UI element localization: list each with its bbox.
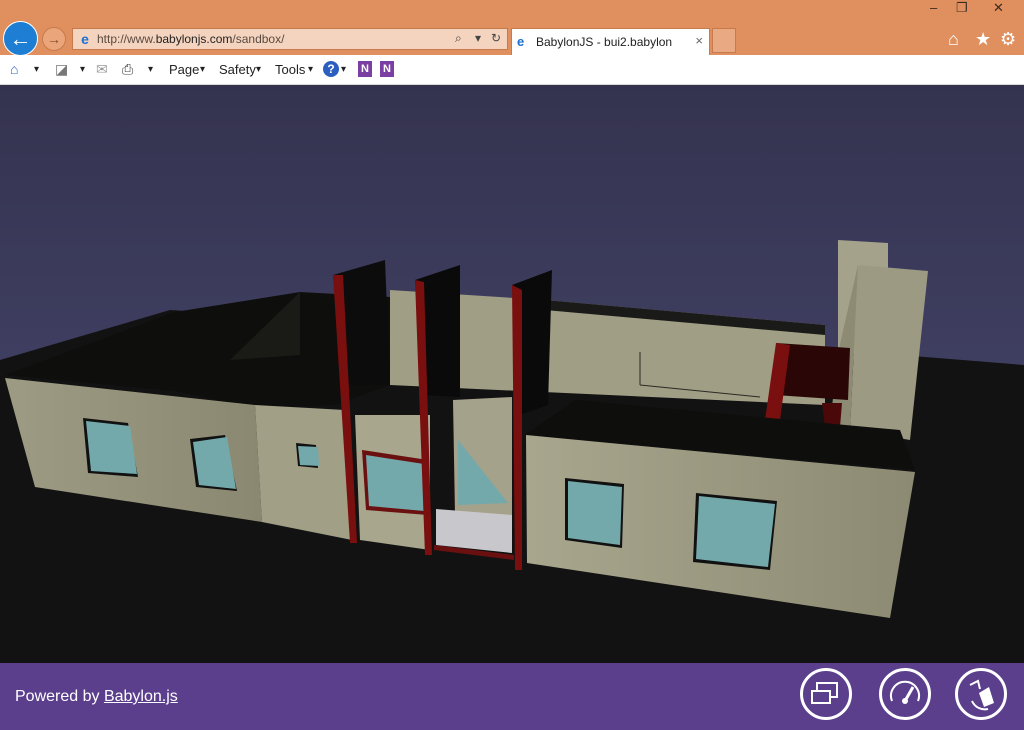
address-dropdown-icon[interactable]: ▾ [475,31,481,45]
window-left-3 [298,446,319,466]
print-icon[interactable]: ⎙ [122,61,133,78]
safety-menu[interactable]: Safety [219,62,256,77]
url-text[interactable]: http://www.babylonjs.com/sandbox/ [97,32,284,46]
feeds-icon[interactable]: ◪ [55,61,68,78]
home-dropdown-icon[interactable]: ▾ [34,64,39,75]
window-right-2 [696,496,775,567]
settings-gear-icon[interactable]: ⚙ [1000,29,1016,50]
window-center-left [366,455,424,511]
babylon-footer: Powered by Babylon.js [0,663,1024,730]
page-menu[interactable]: Page [169,62,199,77]
babylon-render-canvas[interactable] [0,85,1024,663]
onenote-linked-icon[interactable]: N [380,61,394,77]
minimize-icon[interactable]: – [930,0,937,15]
back-button[interactable]: ← [3,21,38,56]
search-icon[interactable]: ⌕ [455,31,462,46]
close-window-icon[interactable]: ✕ [993,0,1004,16]
camera-reset-icon [969,679,994,711]
tab-title: BabylonJS - bui2.babylon [536,35,673,49]
onenote-icon[interactable]: N [358,61,372,77]
new-tab-button[interactable] [712,28,736,53]
address-bar[interactable]: e http://www.babylonjs.com/sandbox/ ⌕ ▾ … [72,28,508,50]
tools-caret-icon: ▾ [308,64,314,75]
home-cmd-icon[interactable]: ⌂ [10,61,18,77]
forward-arrow-icon: → [47,31,61,47]
tools-menu[interactable]: Tools [275,62,305,77]
babylon-link[interactable]: Babylon.js [104,688,178,705]
window-right-1 [568,481,622,545]
fullscreen-button[interactable] [800,668,852,720]
scene-render [0,85,1024,663]
gauge-icon [890,680,920,704]
page-caret-icon: ▾ [200,64,206,75]
mail-icon[interactable]: ✉ [96,61,108,78]
help-caret-icon: ▾ [341,64,347,75]
home-icon[interactable]: ⌂ [948,29,959,50]
ie-logo-icon: e [81,31,89,47]
tab-close-icon[interactable]: × [695,33,703,48]
powered-by-text: Powered by Babylon.js [15,688,178,705]
refresh-icon[interactable]: ↻ [491,31,501,45]
command-bar: ⌂ ▾ ◪ ▾ ✉ ⎙ ▾ Page ▾ Safety ▾ Tools ▾ ? … [0,55,1024,85]
tab-babylon[interactable]: e BabylonJS - bui2.babylon × [511,28,710,55]
restore-icon[interactable]: ❐ [956,0,968,16]
browser-titlebar: ← → e http://www.babylonjs.com/sandbox/ … [0,0,1024,56]
safety-caret-icon: ▾ [256,64,262,75]
favorites-icon[interactable]: ★ [975,29,991,50]
print-dropdown-icon[interactable]: ▾ [148,64,153,75]
back-arrow-icon: ← [9,25,32,51]
camera-button[interactable] [955,668,1007,720]
performance-button[interactable] [879,668,931,720]
forward-button[interactable]: → [42,27,66,51]
window-left-1 [86,421,137,474]
feeds-dropdown-icon[interactable]: ▾ [80,64,85,75]
fullscreen-icon [811,682,838,704]
tab-ie-icon: e [517,34,525,49]
help-icon[interactable]: ? [323,61,339,77]
